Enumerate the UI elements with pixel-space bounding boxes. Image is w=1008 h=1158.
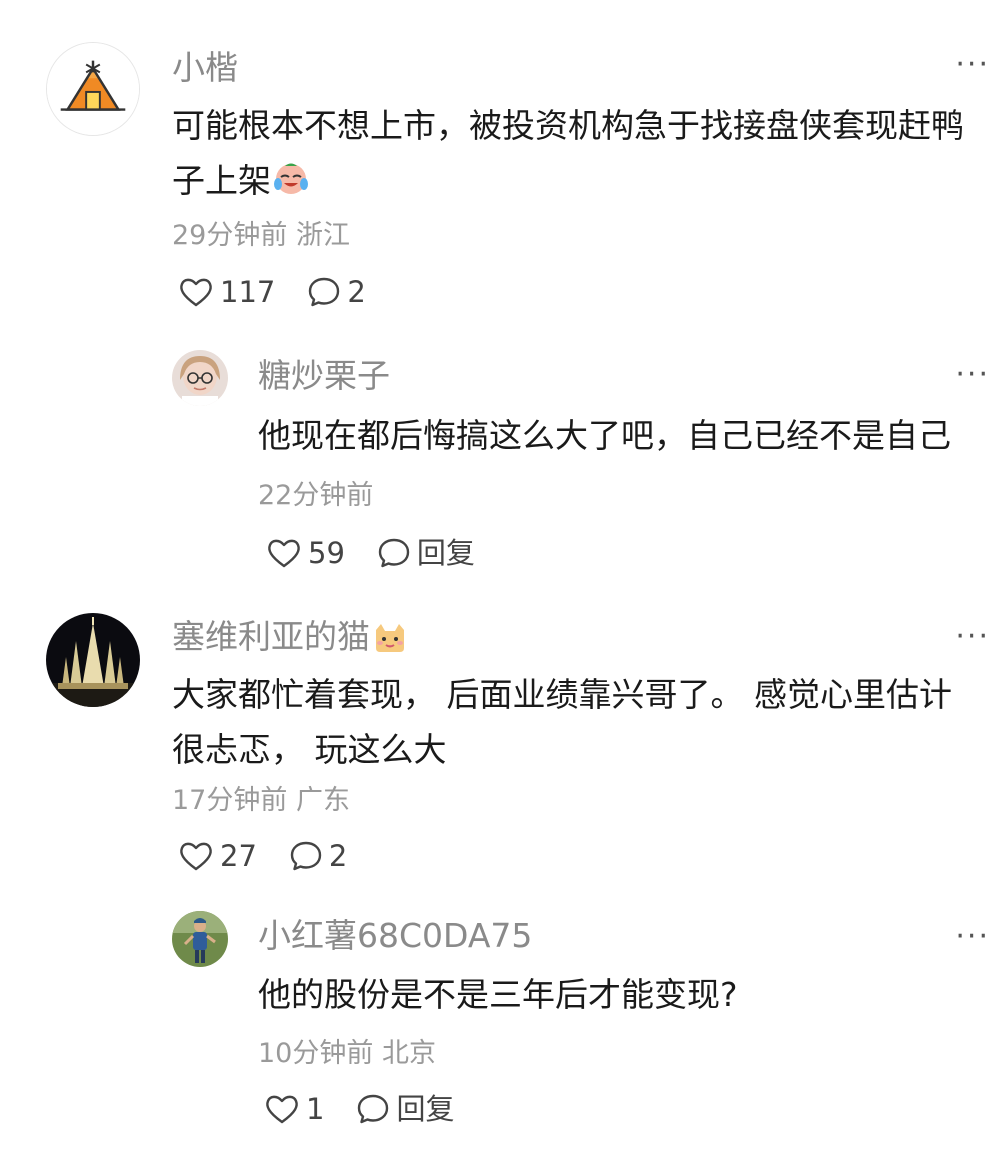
- more-options-icon[interactable]: ···: [955, 360, 990, 390]
- avatar[interactable]: [172, 911, 228, 967]
- like-button[interactable]: 27: [178, 838, 257, 874]
- comment-text: 他现在都后悔搞这么大了吧，自己已经不是自己: [258, 416, 951, 455]
- reply-button[interactable]: 回复: [377, 535, 475, 571]
- comment-text: 他的股份是不是三年后才能变现?: [258, 975, 738, 1014]
- crying-laughing-emoji-icon: [273, 157, 309, 212]
- heart-icon: [266, 1095, 298, 1124]
- more-options-icon[interactable]: ···: [955, 922, 990, 952]
- comment-meta: 17分钟前 广东: [172, 785, 350, 817]
- chat-bubble-icon: [358, 1094, 389, 1124]
- username[interactable]: 小红薯68C0DA75: [258, 916, 532, 956]
- reply-label: 回复: [416, 536, 475, 570]
- comment-meta: 29分钟前 浙江: [172, 220, 350, 252]
- reply-count: 2: [328, 839, 348, 873]
- timestamp: 22分钟前: [258, 480, 374, 511]
- username[interactable]: 糖炒栗子: [258, 356, 390, 396]
- username-text: 塞维利亚的猫: [172, 617, 370, 656]
- like-count: 117: [220, 275, 276, 309]
- like-button[interactable]: 1: [264, 1091, 324, 1127]
- user-photo-icon: [172, 350, 228, 406]
- avatar[interactable]: [46, 42, 140, 136]
- heart-icon: [180, 278, 212, 307]
- like-count: 1: [306, 1092, 325, 1126]
- location: 广东: [295, 785, 350, 816]
- like-count: 59: [308, 536, 345, 570]
- comment-actions: 117 2: [178, 274, 398, 310]
- tent-icon: [47, 43, 139, 135]
- comment-actions: 1 回复: [264, 1091, 486, 1127]
- avatar[interactable]: [172, 350, 228, 406]
- heart-icon: [180, 842, 212, 871]
- avatar[interactable]: [46, 613, 140, 707]
- username[interactable]: 塞维利亚的猫: [172, 617, 408, 663]
- user-photo-icon: [172, 911, 228, 967]
- cat-emoji-icon: [372, 622, 408, 663]
- username[interactable]: 小楷: [172, 48, 238, 88]
- timestamp: 17分钟前: [172, 785, 288, 816]
- more-options-icon[interactable]: ···: [955, 50, 990, 80]
- reply-button[interactable]: 回复: [356, 1091, 454, 1127]
- reply-label: 回复: [396, 1092, 455, 1126]
- reply-button[interactable]: 2: [289, 838, 347, 874]
- reply-count: 2: [347, 275, 366, 309]
- comment-actions: 27 2: [178, 838, 379, 874]
- location: 浙江: [295, 220, 350, 251]
- like-button[interactable]: 59: [266, 535, 345, 571]
- reply-button[interactable]: 2: [307, 274, 366, 310]
- like-button[interactable]: 117: [178, 274, 275, 310]
- heart-icon: [268, 539, 300, 568]
- cathedral-photo-icon: [46, 613, 140, 707]
- chat-bubble-icon: [309, 277, 340, 307]
- chat-bubble-icon: [290, 841, 322, 871]
- comment-text: 可能根本不想上市，被投资机构急于找接盘侠套现赶鸭 子上架: [172, 98, 992, 212]
- like-count: 27: [220, 839, 257, 873]
- comment-text: 大家都忙着套现， 后面业绩靠兴哥了。 感觉心里估计 很忐忑， 玩这么大: [172, 675, 952, 769]
- timestamp: 10分钟前: [258, 1038, 374, 1069]
- more-options-icon[interactable]: ···: [955, 622, 990, 652]
- comment-meta: 10分钟前 北京: [258, 1038, 436, 1070]
- location: 北京: [381, 1038, 436, 1069]
- timestamp: 29分钟前: [172, 220, 288, 251]
- chat-bubble-icon: [378, 538, 410, 568]
- comment-actions: 59 回复: [266, 535, 507, 571]
